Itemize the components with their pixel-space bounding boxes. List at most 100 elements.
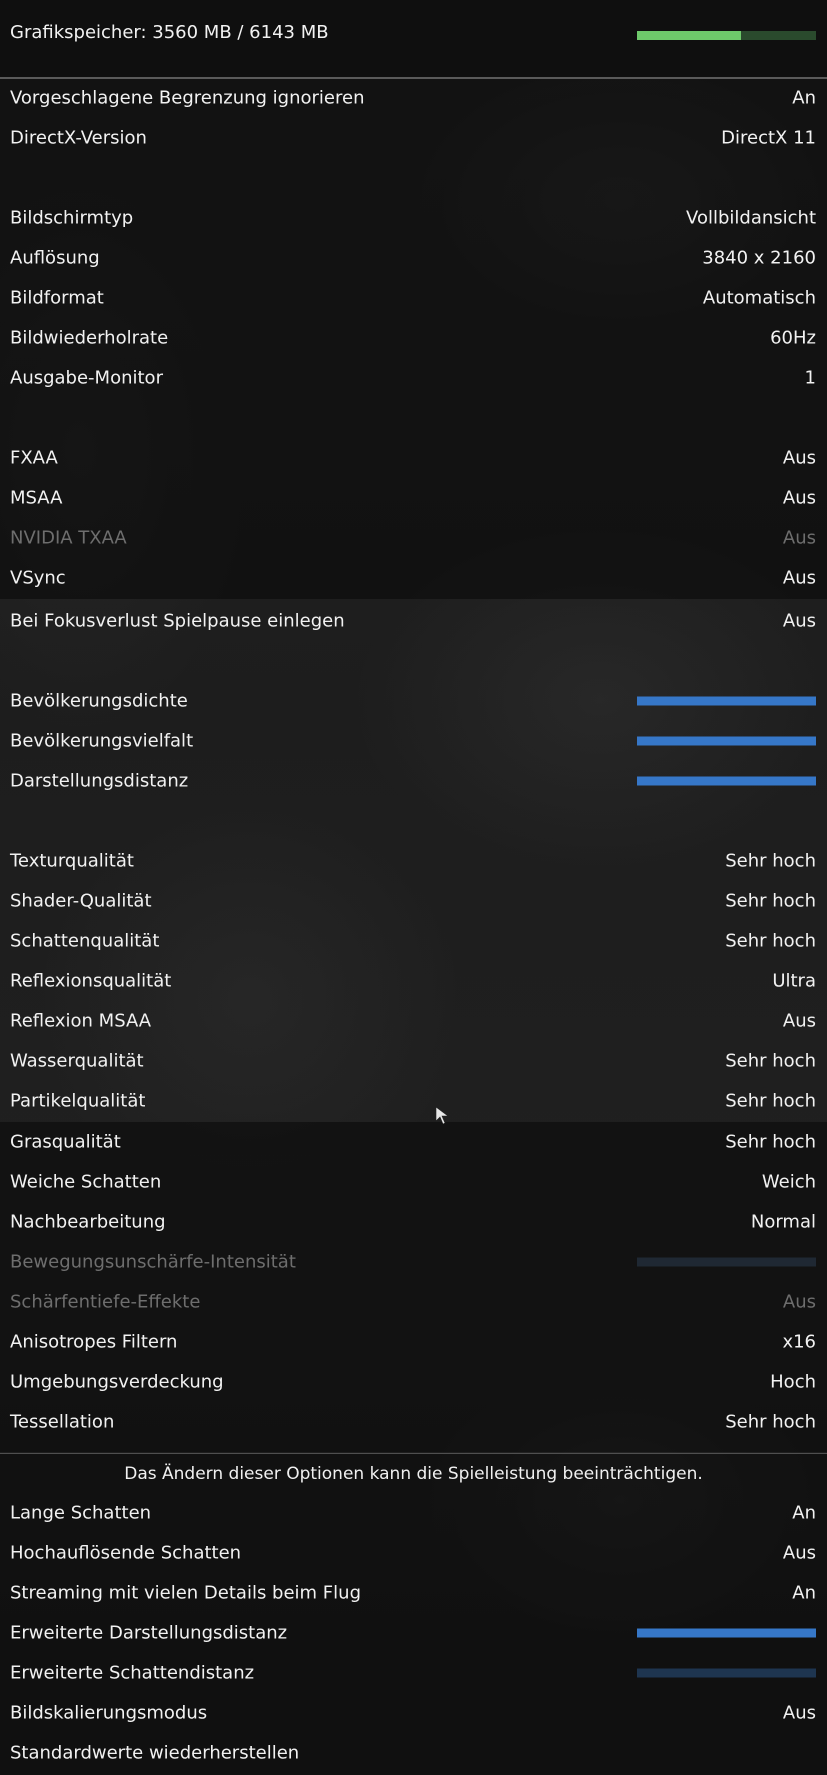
- setting-label: Wasserqualität: [10, 1050, 144, 1072]
- setting-row-bildwiederholrate[interactable]: Bildwiederholrate 60Hz: [0, 318, 827, 358]
- setting-label: Schärfentiefe-Effekte: [10, 1291, 201, 1313]
- setting-label: Grasqualität: [10, 1131, 121, 1153]
- setting-row-nvidia-txaa: NVIDIA TXAA Aus: [0, 518, 827, 558]
- memory-label: Grafikspeicher: 3560 MB / 6143 MB: [10, 22, 329, 43]
- setting-row-erweiterte-darstellungsdistanz[interactable]: Erweiterte Darstellungsdistanz: [0, 1613, 827, 1653]
- setting-label: Standardwerte wiederherstellen: [10, 1742, 300, 1764]
- setting-label: Texturqualität: [10, 850, 134, 872]
- setting-row-hochaufloesende-schatten[interactable]: Hochauflösende Schatten Aus: [0, 1533, 827, 1573]
- setting-label: Anisotropes Filtern: [10, 1331, 178, 1353]
- setting-row-standardwerte-wiederherstellen[interactable]: Standardwerte wiederherstellen: [0, 1733, 827, 1773]
- memory-usage-bar: [637, 31, 816, 40]
- setting-row-darstellungsdistanz[interactable]: Darstellungsdistanz: [0, 761, 827, 801]
- advanced-warning: Das Ändern dieser Optionen kann die Spie…: [124, 1464, 703, 1484]
- setting-label: Bewegungsunschärfe-Intensität: [10, 1251, 296, 1273]
- setting-value: Aus: [782, 1010, 816, 1032]
- setting-value: Sehr hoch: [725, 930, 816, 952]
- setting-label: NVIDIA TXAA: [10, 527, 127, 549]
- setting-label: Umgebungsverdeckung: [10, 1371, 224, 1393]
- setting-row-tessellation[interactable]: Tessellation Sehr hoch: [0, 1402, 827, 1442]
- setting-label: Reflexionsqualität: [10, 970, 172, 992]
- setting-row-directx-version[interactable]: DirectX-Version DirectX 11: [0, 118, 827, 158]
- setting-label: FXAA: [10, 447, 58, 469]
- setting-row-ausgabe-monitor[interactable]: Ausgabe-Monitor 1: [0, 358, 827, 398]
- setting-value: DirectX 11: [721, 127, 816, 149]
- setting-label: Ausgabe-Monitor: [10, 367, 163, 389]
- setting-value: Aus: [782, 1542, 816, 1564]
- setting-value: An: [792, 1582, 816, 1604]
- setting-value: Aus: [782, 447, 816, 469]
- setting-row-texturqualitaet[interactable]: Texturqualität Sehr hoch: [0, 841, 827, 881]
- setting-slider[interactable]: [637, 736, 816, 746]
- setting-row-nachbearbeitung[interactable]: Nachbearbeitung Normal: [0, 1202, 827, 1242]
- setting-row-shader-qualitaet[interactable]: Shader-Qualität Sehr hoch: [0, 881, 827, 921]
- setting-slider-fill: [637, 696, 816, 706]
- setting-value: Aus: [782, 610, 816, 632]
- setting-value: 1: [804, 367, 816, 389]
- setting-value: Aus: [782, 487, 816, 509]
- setting-value: Sehr hoch: [725, 890, 816, 912]
- setting-row-bildformat[interactable]: Bildformat Automatisch: [0, 278, 827, 318]
- setting-row-bei-fokusverlust-spielpause-einlegen[interactable]: Bei Fokusverlust Spielpause einlegen Aus: [0, 601, 827, 641]
- setting-label: Erweiterte Schattendistanz: [10, 1662, 255, 1684]
- setting-row-schattenqualitaet[interactable]: Schattenqualität Sehr hoch: [0, 921, 827, 961]
- setting-value: Sehr hoch: [725, 1050, 816, 1072]
- setting-value: x16: [782, 1331, 816, 1353]
- setting-row-streaming-mit-vielen-details-beim-flug[interactable]: Streaming mit vielen Details beim Flug An: [0, 1573, 827, 1613]
- setting-label: VSync: [10, 567, 66, 589]
- setting-slider[interactable]: [637, 696, 816, 706]
- setting-slider-fill: [637, 776, 816, 786]
- setting-label: Bei Fokusverlust Spielpause einlegen: [10, 610, 345, 632]
- setting-value: Automatisch: [702, 287, 816, 309]
- setting-label: Reflexion MSAA: [10, 1010, 152, 1032]
- setting-row-bewegungsunschaerfe-intensitaet: Bewegungsunschärfe-Intensität: [0, 1242, 827, 1282]
- memory-header: Grafikspeicher: 3560 MB / 6143 MB: [0, 0, 827, 79]
- setting-row-vorgeschlagene-begrenzung-ignorieren[interactable]: Vorgeschlagene Begrenzung ignorieren An: [0, 78, 827, 118]
- setting-row-vsync[interactable]: VSync Aus: [0, 558, 827, 598]
- setting-value: Vollbildansicht: [686, 207, 816, 229]
- setting-label: Vorgeschlagene Begrenzung ignorieren: [10, 87, 365, 109]
- setting-value: 60Hz: [770, 327, 816, 349]
- setting-row-bevoelkerungsvielfalt[interactable]: Bevölkerungsvielfalt: [0, 721, 827, 761]
- setting-row-bildschirmtyp[interactable]: Bildschirmtyp Vollbildansicht: [0, 198, 827, 238]
- setting-label: Bildwiederholrate: [10, 327, 169, 349]
- setting-row-weiche-schatten[interactable]: Weiche Schatten Weich: [0, 1162, 827, 1202]
- setting-slider: [637, 1257, 816, 1267]
- setting-row-erweiterte-schattendistanz[interactable]: Erweiterte Schattendistanz: [0, 1653, 827, 1693]
- setting-row-grasqualitaet[interactable]: Grasqualität Sehr hoch: [0, 1122, 827, 1162]
- setting-row-msaa[interactable]: MSAA Aus: [0, 478, 827, 518]
- setting-label: Bildskalierungsmodus: [10, 1702, 208, 1724]
- setting-value: An: [792, 87, 816, 109]
- setting-slider-fill: [637, 736, 816, 746]
- setting-row-aufloesung[interactable]: Auflösung 3840 x 2160: [0, 238, 827, 278]
- setting-label: Bildschirmtyp: [10, 207, 134, 229]
- setting-value: Normal: [750, 1211, 816, 1233]
- setting-row-bildskalierungsmodus[interactable]: Bildskalierungsmodus Aus: [0, 1693, 827, 1733]
- setting-value: Aus: [782, 527, 816, 549]
- setting-row-anisotropes-filtern[interactable]: Anisotropes Filtern x16: [0, 1322, 827, 1362]
- setting-row-reflexion-msaa[interactable]: Reflexion MSAA Aus: [0, 1001, 827, 1041]
- setting-label: Tessellation: [10, 1411, 115, 1433]
- setting-row-lange-schatten[interactable]: Lange Schatten An: [0, 1493, 827, 1533]
- setting-row-wasserqualitaet[interactable]: Wasserqualität Sehr hoch: [0, 1041, 827, 1081]
- setting-value: Ultra: [772, 970, 816, 992]
- setting-slider[interactable]: [637, 1628, 816, 1638]
- setting-row-umgebungsverdeckung[interactable]: Umgebungsverdeckung Hoch: [0, 1362, 827, 1402]
- setting-label: Bevölkerungsvielfalt: [10, 730, 194, 752]
- setting-slider[interactable]: [637, 1668, 816, 1678]
- setting-label: Schattenqualität: [10, 930, 160, 952]
- setting-value: Sehr hoch: [725, 1411, 816, 1433]
- setting-value: Weich: [761, 1171, 816, 1193]
- setting-label: Darstellungsdistanz: [10, 770, 189, 792]
- setting-label: MSAA: [10, 487, 63, 509]
- memory-usage-fill: [637, 31, 741, 40]
- setting-row-fxaa[interactable]: FXAA Aus: [0, 438, 827, 478]
- setting-label: Nachbearbeitung: [10, 1211, 166, 1233]
- setting-row-partikelqualitaet[interactable]: Partikelqualität Sehr hoch: [0, 1081, 827, 1121]
- setting-row-reflexionsqualitaet[interactable]: Reflexionsqualität Ultra: [0, 961, 827, 1001]
- setting-label: Bevölkerungsdichte: [10, 690, 188, 712]
- setting-slider[interactable]: [637, 776, 816, 786]
- setting-row-bevoelkerungsdichte[interactable]: Bevölkerungsdichte: [0, 681, 827, 721]
- setting-label: Weiche Schatten: [10, 1171, 162, 1193]
- setting-label: Shader-Qualität: [10, 890, 152, 912]
